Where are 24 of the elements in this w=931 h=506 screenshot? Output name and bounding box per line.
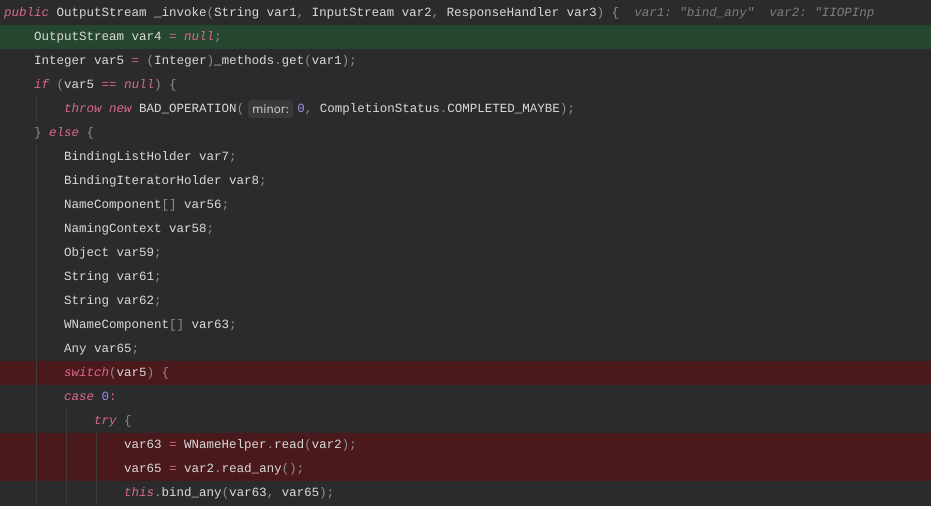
code-line: case 0: bbox=[63, 388, 117, 406]
parameter-hint: minor: bbox=[248, 100, 294, 118]
code-line: switch(var5) { bbox=[63, 364, 170, 382]
code-line: WNameComponent[] var63; bbox=[63, 316, 237, 334]
code-line: throw new BAD_OPERATION( bbox=[63, 100, 244, 118]
code-line: String var62; bbox=[63, 292, 162, 310]
code-line: 0, CompletionStatus.COMPLETED_MAYBE); bbox=[297, 100, 575, 118]
code-line: Any var65; bbox=[63, 340, 140, 358]
code-line: public OutputStream _invoke(String var1, InputStream var2, ResponseHandler var3) { bbox=[4, 4, 620, 22]
code-line: BindingIteratorHolder var8; bbox=[63, 172, 267, 190]
code-line: try { bbox=[93, 412, 132, 430]
code-line: var63 = WNameHelper.read(var2); bbox=[123, 436, 357, 454]
code-line: if (var5 == null) { bbox=[33, 76, 177, 94]
code-line: } else { bbox=[33, 124, 94, 142]
code-line: Integer var5 = (Integer)_methods.get(var1); bbox=[33, 52, 357, 70]
code-line: this.bind_any(var63, var65); bbox=[123, 484, 334, 502]
code-line: Object var59; bbox=[63, 244, 162, 262]
inline-debug-values: var1: "bind_any" var2: "IIOPInp bbox=[634, 4, 874, 22]
code-line: NameComponent[] var56; bbox=[63, 196, 230, 214]
code-line: var65 = var2.read_any(); bbox=[123, 460, 304, 478]
code-line: BindingListHolder var7; bbox=[63, 148, 237, 166]
code-line: OutputStream var4 = null; bbox=[33, 28, 222, 46]
code-line: NamingContext var58; bbox=[63, 220, 214, 238]
code-line: String var61; bbox=[63, 268, 162, 286]
